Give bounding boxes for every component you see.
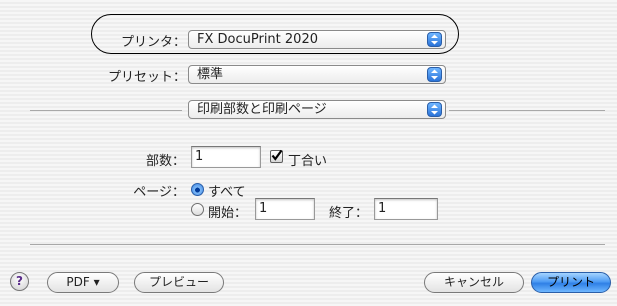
cancel-button[interactable]: キャンセル — [424, 272, 524, 293]
collate-checkbox[interactable] — [270, 149, 283, 163]
pages-all-label: すべて — [208, 185, 246, 200]
bottom-separator — [30, 244, 605, 245]
pages-range-radio[interactable] — [191, 203, 204, 216]
pdf-menu-button[interactable]: PDF ▾ — [47, 272, 119, 293]
up-down-arrows-icon — [427, 67, 442, 82]
up-down-arrows-icon — [427, 102, 442, 117]
print-button[interactable]: プリント — [531, 272, 611, 293]
up-down-arrows-icon — [427, 32, 442, 47]
pages-to-field[interactable]: 1 — [374, 198, 438, 220]
separator-left — [30, 110, 182, 111]
preview-button[interactable]: プレビュー — [134, 272, 224, 293]
help-button[interactable]: ? — [10, 272, 29, 291]
preset-label: プリセット： — [107, 70, 186, 85]
checkmark-icon — [271, 149, 283, 161]
pages-to-label: 終了： — [329, 206, 369, 221]
preset-popup[interactable]: 標準 — [188, 65, 446, 84]
printer-value: FX DocuPrint 2020 — [197, 32, 318, 47]
copies-label: 部数： — [145, 154, 185, 169]
pages-label: ページ： — [133, 185, 185, 200]
pages-from-label: 開始： — [208, 206, 248, 221]
separator-right — [449, 110, 605, 111]
pane-popup[interactable]: 印刷部数と印刷ページ — [188, 100, 446, 119]
print-dialog: プリンタ： FX DocuPrint 2020 プリセット： 標準 印刷部数と印… — [0, 0, 617, 306]
printer-label: プリンタ： — [120, 35, 186, 50]
pages-from-field[interactable]: 1 — [255, 198, 315, 220]
collate-label: 丁合い — [288, 154, 328, 169]
printer-popup[interactable]: FX DocuPrint 2020 — [188, 30, 446, 49]
preset-value: 標準 — [197, 67, 224, 82]
pane-value: 印刷部数と印刷ページ — [197, 102, 327, 117]
copies-field[interactable]: 1 — [191, 146, 261, 168]
pages-all-radio[interactable] — [191, 183, 204, 196]
